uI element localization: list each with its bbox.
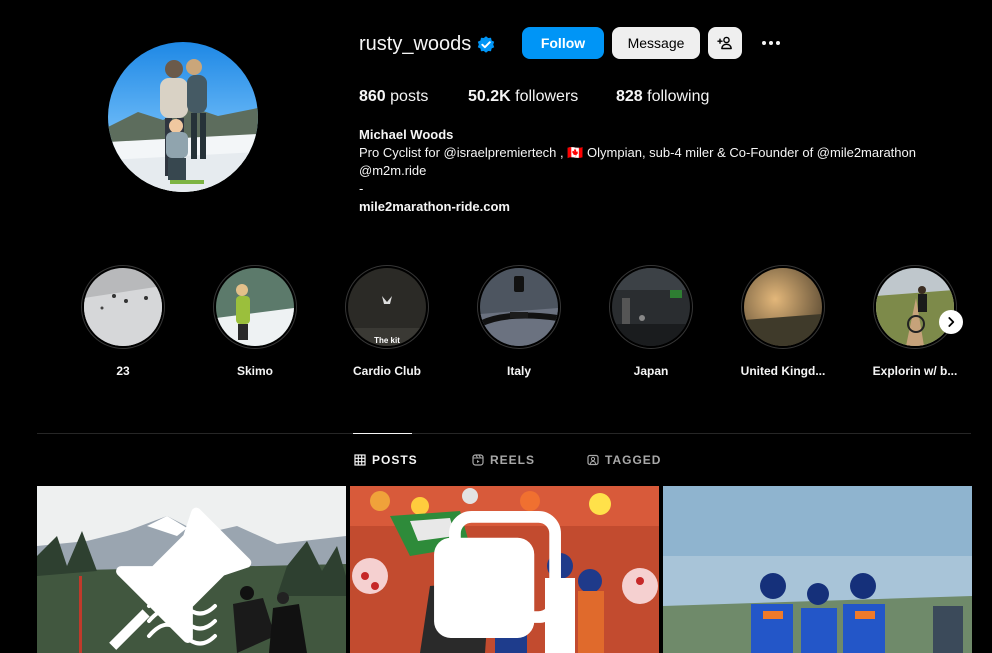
bio-text: Pro Cyclist for @israelpremiertech , 🇨🇦 … xyxy=(359,145,916,160)
post-tile[interactable] xyxy=(350,486,659,653)
message-button[interactable]: Message xyxy=(612,27,700,59)
tab-label: TAGGED xyxy=(605,453,662,467)
highlight-label: Skimo xyxy=(236,364,273,378)
highlight-item[interactable]: Japan xyxy=(606,265,696,378)
highlight-label: United Kingd... xyxy=(740,364,826,378)
highlight-item[interactable]: 23 xyxy=(78,265,168,378)
profile-full-name: Michael Woods xyxy=(359,127,454,142)
reels-icon xyxy=(472,454,484,466)
bio-mention[interactable]: @m2m.ride xyxy=(359,162,969,180)
highlight-label: Japan xyxy=(633,364,669,378)
posts-count: 860 xyxy=(359,88,386,105)
verified-badge-icon xyxy=(477,36,495,53)
pinned-icon xyxy=(109,507,252,650)
followers-stat[interactable]: 50.2K followers xyxy=(468,88,616,106)
highlight-item[interactable]: United Kingd... xyxy=(738,265,828,378)
highlight-cover: The kit xyxy=(345,265,429,349)
highlight-label: 23 xyxy=(116,364,130,378)
tabs-divider xyxy=(37,433,971,434)
highlight-item[interactable]: Skimo xyxy=(210,265,300,378)
post-tile[interactable] xyxy=(37,486,346,653)
highlight-cover-caption: The kit xyxy=(374,336,400,345)
add-user-icon xyxy=(717,36,732,50)
highlight-cover xyxy=(741,265,825,349)
tab-tagged[interactable]: TAGGED xyxy=(587,453,661,467)
suggest-accounts-button[interactable] xyxy=(708,27,742,59)
tab-reels[interactable]: REELS xyxy=(472,453,535,467)
highlight-cover xyxy=(609,265,693,349)
profile-stats: 860 posts 50.2K followers 828 following xyxy=(359,88,709,106)
following-count: 828 xyxy=(616,88,643,105)
tab-posts[interactable]: POSTS xyxy=(354,453,418,467)
username: rusty_woods xyxy=(359,33,472,55)
grid-icon xyxy=(354,454,366,466)
followers-count: 50.2K xyxy=(468,88,511,105)
profile-bio: Michael Woods Pro Cyclist for @israelpre… xyxy=(359,126,969,216)
highlight-label: Italy xyxy=(506,364,531,378)
highlights-next-button[interactable] xyxy=(939,310,963,334)
highlight-item[interactable]: The kit Cardio Club xyxy=(342,265,432,378)
highlight-cover xyxy=(873,265,957,349)
followers-label: followers xyxy=(510,88,579,105)
bio-external-link[interactable]: mile2marathon-ride.com xyxy=(359,198,969,216)
posts-stat: 860 posts xyxy=(359,88,468,106)
highlight-label: Explorin w/ b... xyxy=(872,364,958,378)
tab-label: POSTS xyxy=(372,453,418,467)
carousel-icon xyxy=(434,511,561,638)
highlight-item[interactable]: Italy xyxy=(474,265,564,378)
active-tab-indicator xyxy=(353,433,412,434)
more-options-icon[interactable] xyxy=(758,33,784,53)
highlight-cover xyxy=(477,265,561,349)
highlight-cover xyxy=(213,265,297,349)
story-highlights: 23 Skimo The kit Cardio Club Italy Japan… xyxy=(78,265,958,385)
tagged-icon xyxy=(587,454,599,466)
chevron-right-icon xyxy=(948,317,955,327)
following-stat[interactable]: 828 following xyxy=(616,88,709,106)
posts-label: posts xyxy=(385,88,429,105)
highlight-cover xyxy=(81,265,165,349)
post-tile[interactable] xyxy=(663,486,972,653)
follow-button[interactable]: Follow xyxy=(522,27,604,59)
profile-avatar[interactable] xyxy=(108,42,258,192)
highlight-label: Cardio Club xyxy=(353,364,421,378)
following-label: following xyxy=(642,88,710,105)
bio-separator: - xyxy=(359,181,364,196)
tab-label: REELS xyxy=(490,453,536,467)
